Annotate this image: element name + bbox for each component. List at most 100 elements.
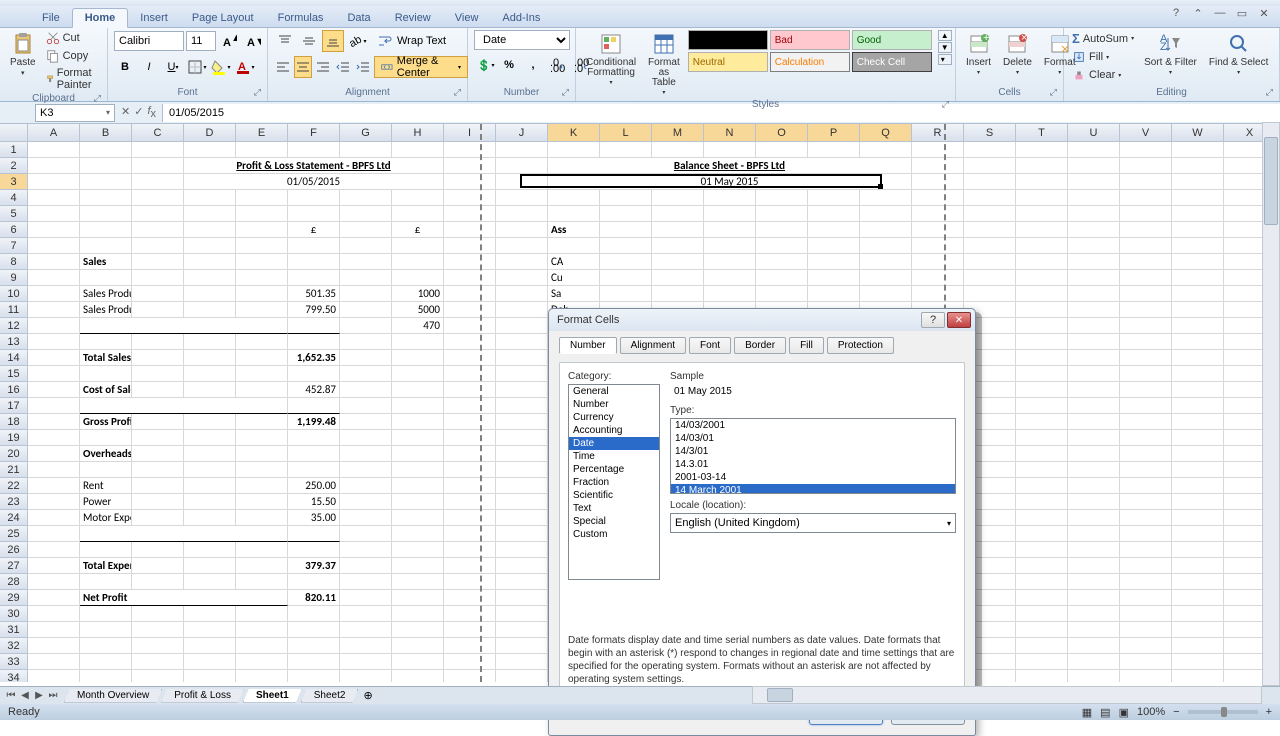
category-currency[interactable]: Currency [569, 411, 659, 424]
cell-U11[interactable] [1068, 302, 1120, 318]
cell-H32[interactable] [392, 638, 444, 654]
cell-E13[interactable] [236, 334, 288, 350]
cell-E32[interactable] [236, 638, 288, 654]
cell-I6[interactable] [444, 222, 496, 238]
cell-style-check-cell[interactable]: Check Cell [852, 52, 932, 72]
cell-G19[interactable] [340, 430, 392, 446]
cell-C9[interactable] [132, 270, 184, 286]
cell-C14[interactable] [132, 350, 184, 366]
merge-center-button[interactable]: Merge & Center▾ [374, 56, 468, 78]
cell-D30[interactable] [184, 606, 236, 622]
cell-A26[interactable] [28, 542, 80, 558]
cell-D10[interactable] [184, 286, 236, 302]
col-header-R[interactable]: R [912, 124, 964, 142]
cell-M4[interactable] [652, 190, 704, 206]
cell-E26[interactable] [236, 542, 288, 558]
cell-C27[interactable] [132, 558, 184, 574]
cell-W15[interactable] [1172, 366, 1224, 382]
cell-H33[interactable] [392, 654, 444, 670]
cell-style-normal[interactable]: Normal [688, 30, 768, 50]
cell-E4[interactable] [236, 190, 288, 206]
cell-J8[interactable] [496, 254, 548, 270]
sheet-nav-next[interactable]: ▶ [32, 690, 46, 701]
cell-C21[interactable] [132, 462, 184, 478]
row-header-14[interactable]: 14 [0, 350, 28, 366]
accounting-format-button[interactable]: 💲▾ [474, 54, 496, 76]
cell-I9[interactable] [444, 270, 496, 286]
cell-C28[interactable] [132, 574, 184, 590]
cell-T10[interactable] [1016, 286, 1068, 302]
cell-G1[interactable] [340, 142, 392, 158]
cell-W6[interactable] [1172, 222, 1224, 238]
cell-B4[interactable] [80, 190, 132, 206]
cell-T19[interactable] [1016, 430, 1068, 446]
cell-A22[interactable] [28, 478, 80, 494]
cell-K5[interactable] [548, 206, 600, 222]
row-header-33[interactable]: 33 [0, 654, 28, 670]
cell-B34[interactable] [80, 670, 132, 682]
cell-V22[interactable] [1120, 478, 1172, 494]
cell-V18[interactable] [1120, 414, 1172, 430]
cell-W17[interactable] [1172, 398, 1224, 414]
cell-J10[interactable] [496, 286, 548, 302]
cell-R6[interactable] [912, 222, 964, 238]
cell-A1[interactable] [28, 142, 80, 158]
cell-C23[interactable] [132, 494, 184, 510]
cell-I1[interactable] [444, 142, 496, 158]
cell-U34[interactable] [1068, 670, 1120, 682]
cell-C16[interactable] [132, 382, 184, 398]
row-header-21[interactable]: 21 [0, 462, 28, 478]
cell-U22[interactable] [1068, 478, 1120, 494]
cell-J21[interactable] [496, 462, 548, 478]
cell-R5[interactable] [912, 206, 964, 222]
cell-F27[interactable]: 379.37 [288, 558, 340, 574]
cell-E27[interactable] [236, 558, 288, 574]
cell-H22[interactable] [392, 478, 444, 494]
col-header-A[interactable]: A [28, 124, 80, 142]
tab-insert[interactable]: Insert [128, 9, 180, 27]
cell-E5[interactable] [236, 206, 288, 222]
cell-R10[interactable] [912, 286, 964, 302]
cell-T7[interactable] [1016, 238, 1068, 254]
cell-I27[interactable] [444, 558, 496, 574]
cell-D28[interactable] [184, 574, 236, 590]
cell-L7[interactable] [600, 238, 652, 254]
cell-U24[interactable] [1068, 510, 1120, 526]
cell-D1[interactable] [184, 142, 236, 158]
cell-I18[interactable] [444, 414, 496, 430]
vertical-scrollbar[interactable] [1262, 122, 1280, 686]
comma-button[interactable]: , [522, 54, 544, 76]
cell-V3[interactable] [1120, 174, 1172, 190]
cell-H7[interactable] [392, 238, 444, 254]
cell-G18[interactable] [340, 414, 392, 430]
cell-B11[interactable]: Sales Product B [80, 302, 132, 318]
cell-J33[interactable] [496, 654, 548, 670]
cell-V17[interactable] [1120, 398, 1172, 414]
cell-S6[interactable] [964, 222, 1016, 238]
cell-O8[interactable] [756, 254, 808, 270]
cell-H19[interactable] [392, 430, 444, 446]
cell-W32[interactable] [1172, 638, 1224, 654]
cell-J22[interactable] [496, 478, 548, 494]
percent-button[interactable]: % [498, 54, 520, 76]
cell-K9[interactable]: Cu [548, 270, 600, 286]
cell-I5[interactable] [444, 206, 496, 222]
cell-A34[interactable] [28, 670, 80, 682]
bold-button[interactable]: B [114, 56, 136, 78]
col-header-M[interactable]: M [652, 124, 704, 142]
cell-A20[interactable] [28, 446, 80, 462]
cell-S2[interactable] [964, 158, 1016, 174]
cell-A23[interactable] [28, 494, 80, 510]
cell-T9[interactable] [1016, 270, 1068, 286]
cell-I11[interactable] [444, 302, 496, 318]
cell-C10[interactable] [132, 286, 184, 302]
cell-G8[interactable] [340, 254, 392, 270]
cell-G12[interactable] [340, 318, 392, 334]
cell-E33[interactable] [236, 654, 288, 670]
cell-M1[interactable] [652, 142, 704, 158]
cell-J23[interactable] [496, 494, 548, 510]
category-percentage[interactable]: Percentage [569, 463, 659, 476]
cell-H21[interactable] [392, 462, 444, 478]
cell-B17[interactable] [80, 398, 288, 414]
cell-I34[interactable] [444, 670, 496, 682]
